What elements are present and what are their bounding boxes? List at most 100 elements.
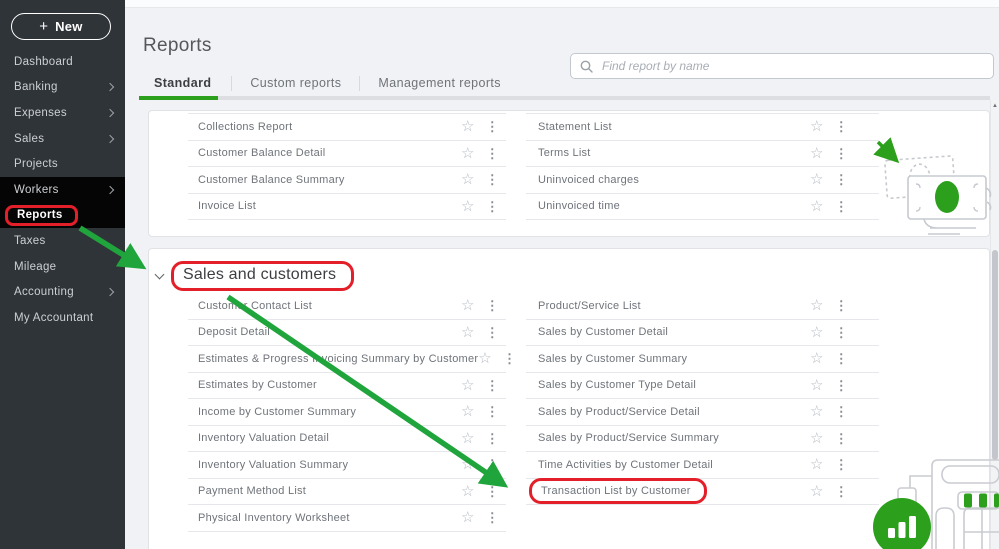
sidebar-item-my-accountant[interactable]: My Accountant [0,305,125,331]
search-input[interactable] [600,58,984,74]
kebab-menu-icon[interactable]: ⋮ [486,379,499,392]
star-icon[interactable]: ☆ [461,325,475,340]
report-row[interactable]: Statement List ☆ ⋮ [526,114,879,141]
kebab-menu-icon[interactable]: ⋮ [486,200,499,213]
report-row[interactable]: Deposit Detail ☆ ⋮ [188,320,506,346]
star-icon[interactable]: ☆ [810,199,824,214]
kebab-menu-icon[interactable]: ⋮ [503,352,516,365]
vertical-scrollbar[interactable]: ▲ [990,100,999,549]
report-row[interactable]: Customer Balance Summary ☆ ⋮ [188,167,506,194]
kebab-menu-icon[interactable]: ⋮ [486,299,499,312]
report-row[interactable]: Inventory Valuation Summary ☆ ⋮ [188,452,506,479]
kebab-menu-icon[interactable]: ⋮ [486,147,499,160]
report-row[interactable]: Sales by Customer Summary ☆ ⋮ [526,346,879,373]
report-row[interactable]: Customer Balance Detail ☆ ⋮ [188,141,506,167]
kebab-menu-icon[interactable]: ⋮ [835,173,848,186]
report-row[interactable]: Sales by Customer Type Detail ☆ ⋮ [526,373,879,399]
star-icon[interactable]: ☆ [461,199,475,214]
report-row[interactable]: Uninvoiced time ☆ ⋮ [526,194,879,220]
star-icon[interactable]: ☆ [810,172,824,187]
star-icon[interactable]: ☆ [461,510,475,525]
report-row[interactable]: Income by Customer Summary ☆ ⋮ [188,399,506,426]
star-icon[interactable]: ☆ [810,457,824,472]
star-icon[interactable]: ☆ [461,172,475,187]
report-search-box[interactable] [570,53,994,79]
report-row[interactable]: Payment Method List ☆ ⋮ [188,479,506,505]
star-icon[interactable]: ☆ [478,351,492,366]
kebab-menu-icon[interactable]: ⋮ [835,120,848,133]
sidebar-item-label: Taxes [14,234,46,247]
kebab-menu-icon[interactable]: ⋮ [835,299,848,312]
report-name: Sales by Customer Summary [538,352,688,365]
kebab-menu-icon[interactable]: ⋮ [835,432,848,445]
tab-standard[interactable]: Standard [139,76,231,90]
sidebar-item-expenses[interactable]: Expenses [0,100,125,126]
new-button[interactable]: + New [11,13,111,40]
kebab-menu-icon[interactable]: ⋮ [835,200,848,213]
sidebar-item-taxes[interactable]: Taxes [0,228,125,254]
tab-management-reports[interactable]: Management reports [360,76,519,90]
chevron-down-icon[interactable] [154,269,165,279]
star-icon[interactable]: ☆ [810,351,824,366]
star-icon[interactable]: ☆ [810,404,824,419]
report-row[interactable]: Time Activities by Customer Detail ☆ ⋮ [526,452,879,479]
report-row[interactable]: Collections Report ☆ ⋮ [188,114,506,141]
kebab-menu-icon[interactable]: ⋮ [835,458,848,471]
kebab-menu-icon[interactable]: ⋮ [835,352,848,365]
sidebar-item-mileage[interactable]: Mileage [0,254,125,280]
star-icon[interactable]: ☆ [810,484,824,499]
star-icon[interactable]: ☆ [461,484,475,499]
star-icon[interactable]: ☆ [810,298,824,313]
star-icon[interactable]: ☆ [810,119,824,134]
tab-custom-reports[interactable]: Custom reports [232,76,359,90]
kebab-menu-icon[interactable]: ⋮ [835,326,848,339]
report-row[interactable]: Physical Inventory Worksheet ☆ ⋮ [188,505,506,532]
star-icon[interactable]: ☆ [461,146,475,161]
star-icon[interactable]: ☆ [461,378,475,393]
kebab-menu-icon[interactable]: ⋮ [486,405,499,418]
report-row[interactable]: Invoice List ☆ ⋮ [188,194,506,220]
sidebar-item-banking[interactable]: Banking [0,75,125,101]
star-icon[interactable]: ☆ [810,378,824,393]
kebab-menu-icon[interactable]: ⋮ [835,485,848,498]
chevron-right-icon [105,83,115,92]
sidebar-item-sales[interactable]: Sales [0,126,125,152]
report-row[interactable]: Sales by Product/Service Summary ☆ ⋮ [526,426,879,452]
sidebar-item-dashboard[interactable]: Dashboard [0,49,125,75]
report-row[interactable]: Estimates by Customer ☆ ⋮ [188,373,506,399]
kebab-menu-icon[interactable]: ⋮ [486,432,499,445]
star-icon[interactable]: ☆ [461,119,475,134]
report-row[interactable]: Uninvoiced charges ☆ ⋮ [526,167,879,194]
report-row[interactable]: Estimates & Progress Invoicing Summary b… [188,346,516,373]
kebab-menu-icon[interactable]: ⋮ [486,458,499,471]
kebab-menu-icon[interactable]: ⋮ [835,405,848,418]
report-row[interactable]: Sales by Customer Detail ☆ ⋮ [526,320,879,346]
star-icon[interactable]: ☆ [810,146,824,161]
kebab-menu-icon[interactable]: ⋮ [486,485,499,498]
kebab-menu-icon[interactable]: ⋮ [486,511,499,524]
sidebar-item-workers[interactable]: Workers [0,176,125,203]
kebab-menu-icon[interactable]: ⋮ [486,326,499,339]
star-icon[interactable]: ☆ [461,404,475,419]
kebab-menu-icon[interactable]: ⋮ [486,173,499,186]
star-icon[interactable]: ☆ [810,431,824,446]
star-icon[interactable]: ☆ [461,298,475,313]
report-row[interactable]: Customer Contact List ☆ ⋮ [188,293,506,320]
report-list-column: Product/Service List ☆ ⋮ Sales by Customer … [526,293,879,505]
report-row[interactable]: Product/Service List ☆ ⋮ [526,293,879,320]
kebab-menu-icon[interactable]: ⋮ [486,120,499,133]
star-icon[interactable]: ☆ [810,325,824,340]
kebab-menu-icon[interactable]: ⋮ [835,147,848,160]
scroll-up-icon[interactable]: ▲ [991,103,999,109]
report-row[interactable]: Terms List ☆ ⋮ [526,141,879,167]
sidebar-item-projects[interactable]: Projects [0,151,125,177]
sidebar-item-accounting[interactable]: Accounting [0,279,125,305]
scrollbar-thumb[interactable] [992,250,998,460]
star-icon[interactable]: ☆ [461,457,475,472]
sidebar-item-reports[interactable]: Reports [0,202,125,229]
report-row[interactable]: Inventory Valuation Detail ☆ ⋮ [188,426,506,452]
report-row[interactable]: Transaction List by Customer ☆ ⋮ [526,478,879,505]
kebab-menu-icon[interactable]: ⋮ [835,379,848,392]
star-icon[interactable]: ☆ [461,431,475,446]
report-row[interactable]: Sales by Product/Service Detail ☆ ⋮ [526,399,879,426]
